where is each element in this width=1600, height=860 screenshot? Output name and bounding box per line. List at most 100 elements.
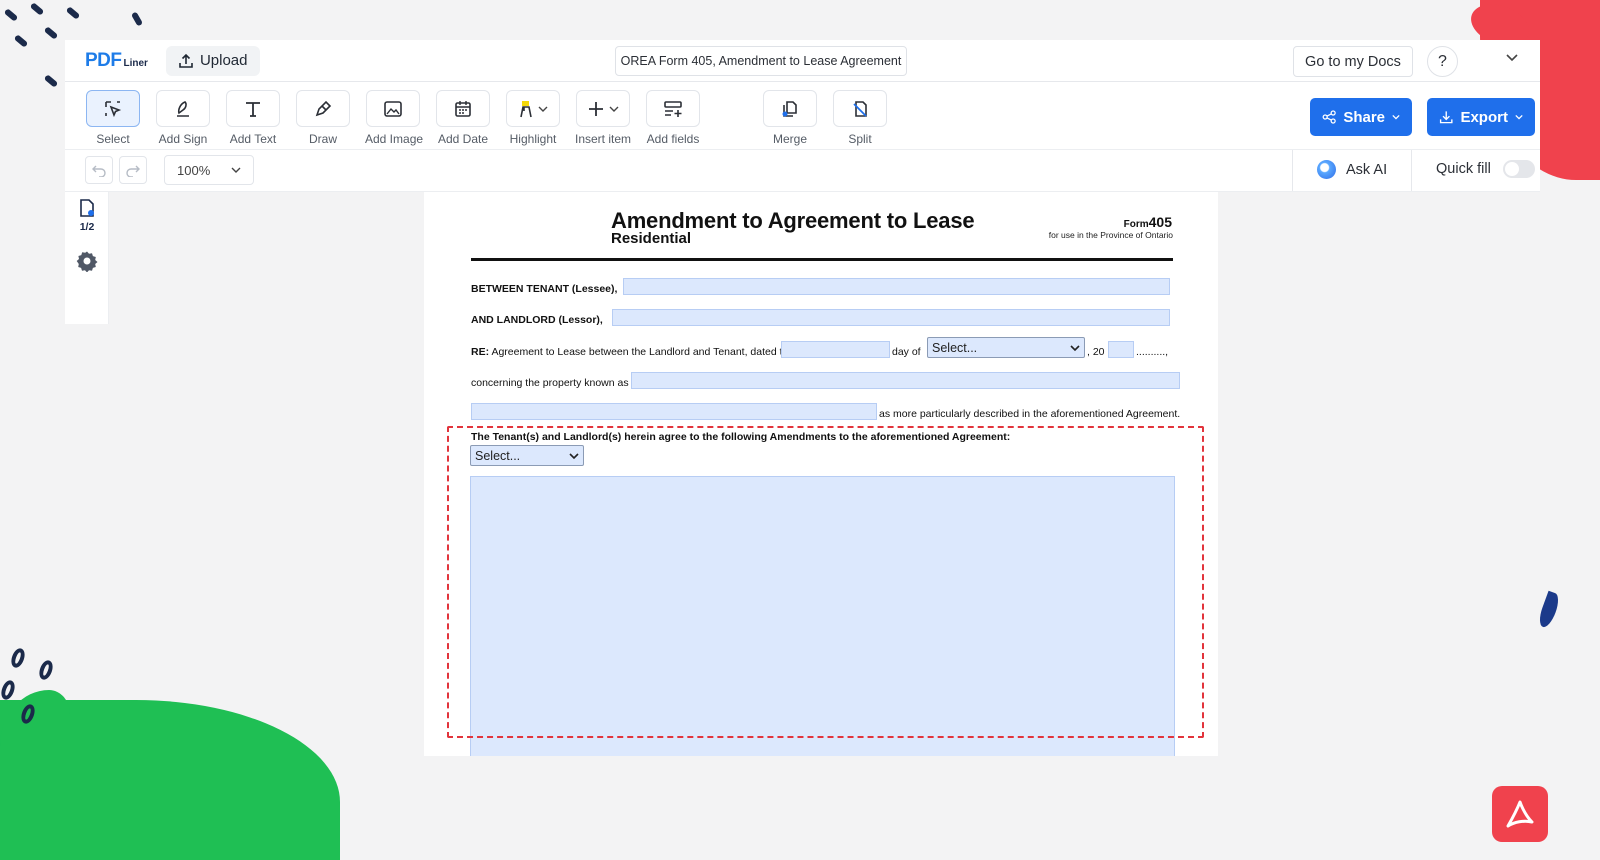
tool-label: Split bbox=[848, 132, 872, 146]
export-button[interactable]: Export bbox=[1427, 98, 1535, 136]
tool-label: Add Sign bbox=[158, 132, 208, 146]
tool-label: Add fields bbox=[646, 132, 700, 146]
tool-label: Insert item bbox=[575, 132, 632, 146]
decorative-dash bbox=[43, 26, 59, 40]
ai-orb-icon bbox=[1317, 160, 1336, 179]
property-field[interactable] bbox=[631, 372, 1180, 389]
tool-label: Add Text bbox=[229, 132, 277, 146]
pdf-logo-badge bbox=[1492, 786, 1548, 842]
divider bbox=[1292, 150, 1293, 191]
pages-button[interactable]: 1/2 bbox=[73, 198, 101, 233]
highlighter-icon bbox=[520, 100, 532, 117]
decorative-dash bbox=[13, 34, 29, 48]
tool-add-image[interactable]: Add Image bbox=[365, 90, 423, 146]
decorative-dash bbox=[43, 74, 59, 88]
pdfliner-logo[interactable]: PDF Liner bbox=[85, 50, 148, 72]
document-subtitle: Residential bbox=[611, 230, 692, 247]
export-label: Export bbox=[1460, 108, 1508, 126]
decorative-dash bbox=[130, 11, 144, 27]
calendar-icon bbox=[455, 100, 471, 117]
tool-label: Highlight bbox=[509, 132, 557, 146]
tool-draw[interactable]: Draw bbox=[295, 90, 351, 146]
year-prefix: , 20 bbox=[1087, 346, 1105, 358]
undo-icon bbox=[92, 165, 106, 177]
tool-label: Select bbox=[96, 132, 130, 146]
quick-fill-toggle[interactable] bbox=[1502, 160, 1535, 178]
left-rail: 1/2 bbox=[65, 192, 109, 324]
go-to-docs-button[interactable]: Go to my Docs bbox=[1293, 46, 1413, 77]
year-suffix: .........., bbox=[1136, 346, 1169, 358]
tool-add-text[interactable]: Add Text bbox=[225, 90, 281, 146]
ask-ai-button[interactable]: Ask AI bbox=[1317, 160, 1387, 179]
plus-icon bbox=[589, 101, 603, 116]
upload-icon bbox=[179, 53, 193, 68]
help-button[interactable]: ? bbox=[1427, 46, 1458, 77]
chevron-down-icon bbox=[1392, 114, 1400, 120]
share-label: Share bbox=[1343, 108, 1386, 126]
share-icon bbox=[1322, 110, 1336, 124]
document-title-field[interactable]: OREA Form 405, Amendment to Lease Agreem… bbox=[615, 46, 907, 76]
dated-day-field[interactable] bbox=[781, 341, 890, 358]
redo-button[interactable] bbox=[119, 156, 147, 184]
select-cursor-icon bbox=[105, 100, 122, 117]
tool-highlight[interactable]: Highlight bbox=[505, 90, 561, 146]
merge-icon bbox=[782, 100, 797, 117]
quick-fill-label: Quick fill bbox=[1436, 161, 1491, 177]
tool-add-date[interactable]: Add Date bbox=[435, 90, 491, 146]
split-icon bbox=[853, 100, 867, 117]
chevron-down-icon bbox=[1515, 114, 1523, 120]
chevron-down-icon bbox=[609, 106, 619, 112]
tool-merge[interactable]: Merge bbox=[762, 90, 818, 146]
document-page: Amendment to Agreement to Lease Resident… bbox=[424, 192, 1218, 756]
chevron-down-icon bbox=[231, 167, 241, 173]
tool-bar: Select Add Sign Add Text Draw Add Image … bbox=[65, 82, 1540, 150]
decorative-ring bbox=[8, 646, 28, 670]
workspace: 1/2 Amendment to Agreement to Lease Resi… bbox=[65, 192, 1540, 756]
header-rule bbox=[471, 258, 1173, 261]
share-button[interactable]: Share bbox=[1310, 98, 1412, 136]
landlord-label: AND LANDLORD (Lessor), bbox=[471, 314, 603, 326]
decorative-blue-leaf bbox=[1536, 590, 1562, 630]
tool-label: Draw bbox=[308, 132, 337, 146]
tool-add-fields[interactable]: Add fields bbox=[645, 90, 701, 146]
upload-button[interactable]: Upload bbox=[165, 45, 260, 76]
described-label: as more particularly described in the af… bbox=[879, 408, 1181, 420]
tenant-field[interactable] bbox=[623, 278, 1170, 295]
property-description-field[interactable] bbox=[471, 403, 877, 420]
page-indicator: 1/2 bbox=[79, 221, 95, 233]
year-field[interactable] bbox=[1108, 341, 1134, 358]
quick-fill: Quick fill bbox=[1436, 160, 1535, 178]
tool-select[interactable]: Select bbox=[85, 90, 141, 146]
download-icon bbox=[1439, 111, 1453, 124]
landlord-field[interactable] bbox=[612, 309, 1170, 326]
tool-split[interactable]: Split bbox=[832, 90, 888, 146]
settings-button[interactable] bbox=[76, 250, 98, 277]
redo-icon bbox=[126, 165, 140, 177]
tool-label: Merge bbox=[772, 132, 807, 146]
divider bbox=[1411, 150, 1412, 191]
tool-add-sign[interactable]: Add Sign bbox=[155, 90, 211, 146]
decorative-ring bbox=[36, 658, 56, 682]
form-number: Form405 bbox=[1124, 214, 1172, 230]
sign-pen-icon bbox=[177, 100, 189, 117]
zoom-select[interactable]: 100% bbox=[164, 155, 254, 185]
draw-pen-icon bbox=[315, 100, 332, 116]
property-label: concerning the property known as bbox=[471, 377, 629, 389]
ask-ai-label: Ask AI bbox=[1346, 161, 1388, 178]
tool-label: Add Date bbox=[437, 132, 489, 146]
image-icon bbox=[384, 100, 402, 117]
tool-insert-item[interactable]: Insert item bbox=[575, 90, 631, 146]
form-number-value: 405 bbox=[1148, 214, 1172, 230]
month-select[interactable]: Select... bbox=[927, 337, 1085, 358]
chevron-down-icon[interactable] bbox=[1505, 50, 1519, 68]
chevron-down-icon bbox=[1070, 344, 1080, 351]
decorative-ring bbox=[0, 678, 18, 702]
tenant-label: BETWEEN TENANT (Lessee), bbox=[471, 283, 618, 295]
province-note: for use in the Province of Ontario bbox=[1048, 230, 1173, 240]
decorative-dash bbox=[65, 6, 81, 20]
pages-icon bbox=[80, 199, 94, 217]
secondary-bar: 100% Ask AI Quick fill bbox=[65, 150, 1540, 192]
undo-button[interactable] bbox=[85, 156, 113, 184]
decorative-dash bbox=[3, 8, 19, 22]
zoom-value: 100% bbox=[177, 162, 211, 178]
